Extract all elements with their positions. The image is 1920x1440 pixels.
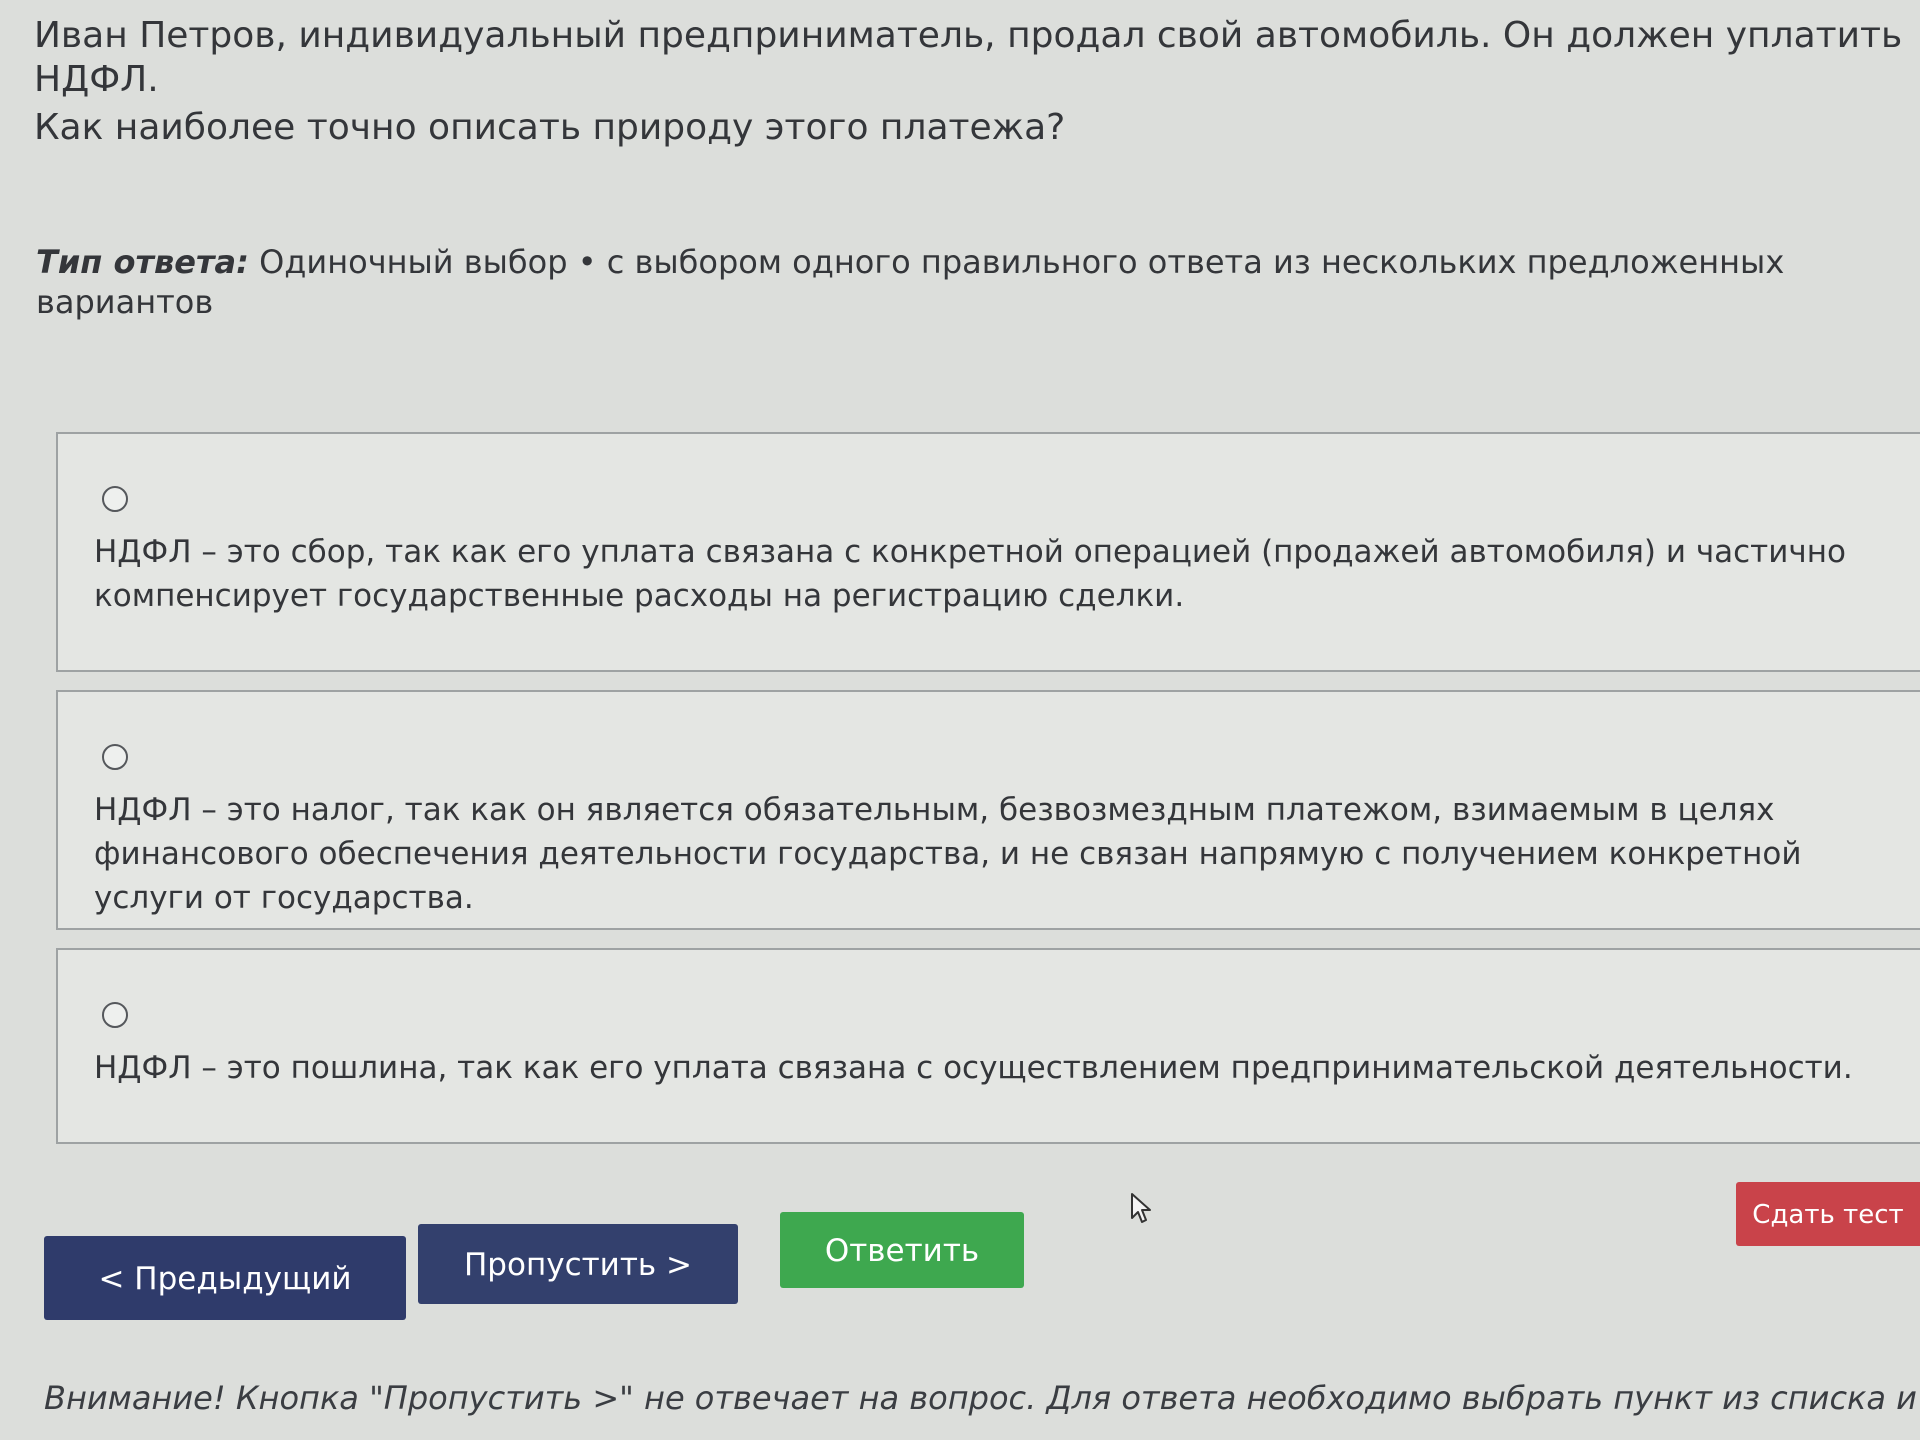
answer-option-text-3: НДФЛ – это пошлина, так как его уплата с…: [94, 1050, 1853, 1086]
answer-type-value: Одиночный выбор • с выбором одного прави…: [36, 243, 1785, 321]
radio-button-2[interactable]: [102, 744, 128, 770]
skip-warning-notice: Внимание! Кнопка "Пропустить >" не отвеч…: [44, 1379, 1920, 1417]
answer-option-text-1: НДФЛ – это сбор, так как его уплата связ…: [94, 534, 1846, 614]
answer-type: Тип ответа: Одиночный выбор • с выбором …: [36, 242, 1920, 322]
question-line-2: Как наиболее точно описать природу этого…: [34, 107, 1066, 148]
answer-type-label: Тип ответа:: [36, 243, 249, 281]
submit-test-button[interactable]: Сдать тест: [1736, 1182, 1920, 1246]
answer-button[interactable]: Ответить: [780, 1212, 1024, 1288]
mouse-cursor-icon: [1131, 1193, 1151, 1223]
answer-option-1[interactable]: НДФЛ – это сбор, так как его уплата связ…: [56, 432, 1920, 672]
skip-button[interactable]: Пропустить >: [418, 1224, 738, 1304]
answer-option-text-2: НДФЛ – это налог, так как он является об…: [94, 792, 1802, 916]
answer-option-2[interactable]: НДФЛ – это налог, так как он является об…: [56, 690, 1920, 930]
answer-option-3[interactable]: НДФЛ – это пошлина, так как его уплата с…: [56, 948, 1920, 1144]
radio-button-1[interactable]: [102, 486, 128, 512]
question-line-1: Иван Петров, индивидуальный предпринимат…: [34, 15, 1903, 100]
radio-button-3[interactable]: [102, 1002, 128, 1028]
previous-button[interactable]: < Предыдущий: [44, 1236, 406, 1320]
